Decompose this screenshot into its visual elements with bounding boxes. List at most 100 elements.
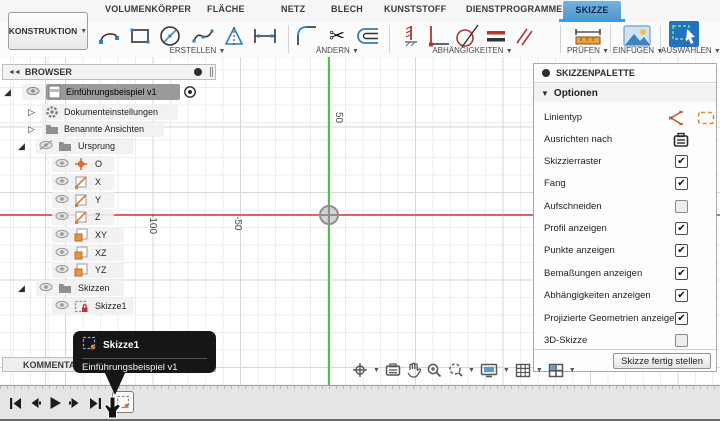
checkbox-skizzierraster[interactable]	[675, 155, 688, 168]
chevron-down-icon[interactable]: ▼	[468, 367, 475, 374]
go-to-start-icon[interactable]	[8, 396, 22, 410]
tree-item-xz-plane[interactable]: XZ	[0, 245, 216, 262]
checkbox-aufschneiden[interactable]	[675, 200, 688, 213]
visibility-eye-icon[interactable]	[26, 85, 40, 99]
spline-icon[interactable]	[190, 24, 216, 48]
visibility-eye-icon[interactable]	[55, 246, 69, 260]
step-forward-icon[interactable]	[68, 396, 82, 410]
tab-netz[interactable]: NETZ	[281, 4, 305, 19]
pan-icon[interactable]	[406, 362, 421, 378]
linetype-construction-icon[interactable]	[697, 111, 715, 130]
visibility-eye-icon[interactable]	[55, 299, 69, 313]
tree-item-label[interactable]: Ursprung	[78, 141, 115, 151]
options-section-header[interactable]: ▼ Optionen	[534, 84, 716, 102]
visibility-eye-icon[interactable]	[55, 228, 69, 242]
activate-radio-icon[interactable]	[183, 85, 197, 99]
checkbox-profil-anzeigen[interactable]	[675, 222, 688, 235]
collapsed-triangle-icon[interactable]: ▷	[28, 124, 35, 134]
group-label-abhaengigkeiten[interactable]: ABHÄNGIGKEITEN ▼	[405, 46, 540, 56]
tree-item-y-axis[interactable]: Y	[0, 192, 216, 209]
tree-item-label[interactable]: X	[95, 177, 101, 187]
konstruktion-dropdown-button[interactable]: KONSTRUKTION ▼	[8, 12, 88, 50]
palette-header[interactable]: SKIZZENPALETTE	[534, 64, 716, 83]
line-icon[interactable]	[96, 24, 122, 48]
tree-item-root-component[interactable]: ◢ Einführungsbeispiel v1	[0, 84, 216, 101]
tree-item-benannte-ansichten[interactable]: ▷ Benannte Ansichten	[0, 121, 216, 138]
tree-item-yz-plane[interactable]: YZ	[0, 262, 216, 279]
checkbox-abhaengigkeiten-anzeigen[interactable]	[675, 289, 688, 302]
grid-settings-icon[interactable]	[515, 363, 531, 378]
tree-item-dokumenteinstellungen[interactable]: ▷ Dokumenteinstellungen	[0, 104, 216, 121]
tab-blech[interactable]: BLECH	[331, 4, 363, 19]
align-to-grid-icon[interactable]	[673, 132, 689, 153]
tab-flaeche[interactable]: FLÄCHE	[207, 4, 245, 19]
tree-item-label[interactable]: YZ	[95, 265, 107, 275]
viewports-icon[interactable]	[548, 363, 564, 378]
tree-item-origin-point[interactable]: O	[0, 156, 216, 173]
step-back-icon[interactable]	[28, 396, 42, 410]
browser-panel-header[interactable]: ◄◄ BROWSER	[2, 64, 216, 80]
circle-icon[interactable]	[157, 24, 183, 48]
tree-item-label[interactable]: Dokumenteinstellungen	[64, 107, 158, 117]
visibility-eye-icon[interactable]	[55, 210, 69, 224]
checkbox-fang[interactable]	[675, 177, 688, 190]
tab-dienstprogramme[interactable]: DIENSTPROGRAMME	[466, 4, 563, 19]
parallel-constraint-icon[interactable]	[511, 24, 537, 48]
visibility-eye-icon[interactable]	[55, 157, 69, 171]
display-settings-icon[interactable]	[480, 363, 498, 378]
tree-item-skizze1[interactable]: Skizze1	[0, 298, 216, 315]
chevron-down-icon[interactable]: ▼	[503, 367, 510, 374]
play-icon[interactable]	[48, 396, 62, 410]
select-icon[interactable]	[668, 21, 700, 47]
measure-icon[interactable]	[572, 24, 604, 48]
group-label-pruefen[interactable]: PRÜFEN ▼	[560, 46, 616, 56]
tangent-constraint-icon[interactable]	[454, 24, 480, 48]
orbit-icon[interactable]	[352, 362, 368, 378]
tree-item-label[interactable]: Y	[95, 195, 101, 205]
collapse-chevrons-icon[interactable]: ◄◄	[8, 69, 21, 76]
expanded-triangle-icon[interactable]: ◢	[18, 141, 25, 151]
chevron-down-icon[interactable]: ▼	[536, 367, 543, 374]
expanded-triangle-icon[interactable]: ◢	[4, 87, 11, 97]
tree-item-label[interactable]: Skizzen	[78, 283, 110, 293]
visibility-eye-icon[interactable]	[55, 193, 69, 207]
dimension-icon[interactable]	[252, 24, 278, 48]
tree-item-label[interactable]: Skizze1	[95, 301, 127, 311]
panel-resize-grip[interactable]	[210, 67, 213, 77]
expanded-triangle-icon[interactable]: ◢	[18, 283, 25, 293]
fillet-icon[interactable]	[294, 24, 320, 48]
rectangle-icon[interactable]	[127, 24, 153, 48]
tree-item-x-axis[interactable]: X	[0, 174, 216, 191]
visibility-off-eye-icon[interactable]	[39, 139, 53, 153]
visibility-eye-icon[interactable]	[55, 175, 69, 189]
group-label-erstellen[interactable]: ERSTELLEN ▼	[150, 46, 245, 56]
visibility-eye-icon[interactable]	[39, 281, 53, 295]
checkbox-3d-skizze[interactable]	[675, 334, 688, 347]
fixed-constraint-icon[interactable]	[398, 24, 424, 48]
mirror-icon[interactable]	[221, 24, 247, 48]
checkbox-bemassungen-anzeigen[interactable]	[675, 267, 688, 280]
chevron-down-icon[interactable]: ▼	[569, 367, 576, 374]
insert-image-icon[interactable]	[622, 24, 652, 48]
tree-item-label[interactable]: Z	[95, 212, 101, 222]
trim-scissors-icon[interactable]: ✂	[324, 24, 350, 48]
panel-dot-icon[interactable]	[542, 69, 550, 77]
tree-item-ursprung[interactable]: ◢ Ursprung	[0, 138, 216, 155]
group-label-aendern[interactable]: ÄNDERN ▼	[300, 46, 375, 56]
zoom-window-icon[interactable]	[447, 362, 463, 378]
tree-item-xy-plane[interactable]: XY	[0, 227, 216, 244]
tree-item-label[interactable]: Einführungsbeispiel v1	[66, 87, 157, 97]
origin-marker[interactable]	[318, 204, 340, 226]
tree-item-label[interactable]: XY	[95, 230, 107, 240]
go-to-end-icon[interactable]	[88, 396, 102, 410]
panel-dot-icon[interactable]	[194, 68, 202, 76]
group-label-einfuegen[interactable]: EINFÜGEN ▼	[611, 46, 665, 56]
chevron-down-icon[interactable]: ▼	[373, 367, 380, 374]
group-label-auswaehlen[interactable]: AUSWÄHLEN ▼	[661, 46, 720, 56]
offset-icon[interactable]	[354, 24, 380, 48]
tab-volumenkoerper[interactable]: VOLUMENKÖRPER	[105, 4, 191, 19]
checkbox-punkte-anzeigen[interactable]	[675, 244, 688, 257]
tab-kunststoff[interactable]: KUNSTSTOFF	[384, 4, 446, 19]
tree-item-label[interactable]: Benannte Ansichten	[64, 124, 144, 134]
visibility-eye-icon[interactable]	[55, 263, 69, 277]
